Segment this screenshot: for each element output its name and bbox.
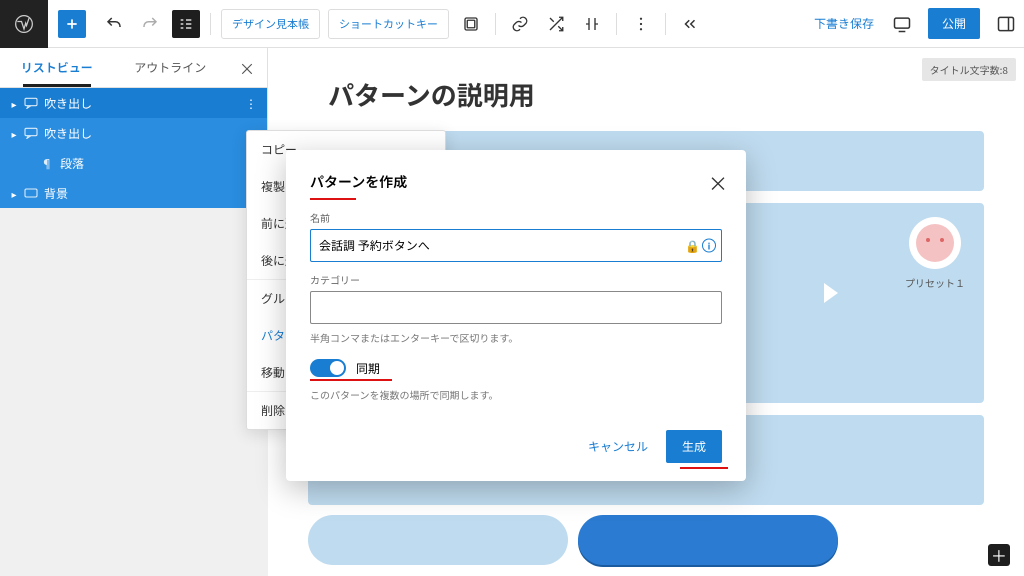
modal-close-button[interactable]: ×: [708, 168, 728, 197]
background-icon: [22, 186, 40, 200]
button-pill[interactable]: [308, 515, 568, 565]
shuffle-icon[interactable]: [540, 8, 572, 40]
lock-icon[interactable]: 🔒: [685, 237, 700, 254]
category-hint: 半角コンマまたはエンターキーで区切ります。: [310, 330, 722, 345]
info-icon[interactable]: i: [702, 239, 716, 253]
preview-button[interactable]: [886, 8, 918, 40]
wp-logo[interactable]: [0, 0, 48, 48]
sync-hint: このパターンを複数の場所で同期します。: [310, 387, 722, 402]
save-draft-button[interactable]: 下書き保存: [804, 15, 884, 32]
more-tools-icon[interactable]: [625, 8, 657, 40]
page-title[interactable]: パターンの説明用: [328, 76, 964, 113]
paragraph-icon: ¶: [38, 156, 56, 170]
design-sample-button[interactable]: デザイン見本帳: [221, 9, 320, 39]
tree-label: 段落: [60, 155, 84, 172]
split-icon[interactable]: [576, 8, 608, 40]
collapse-left-icon[interactable]: [674, 8, 706, 40]
block-tree: ▸ 吹き出し ⋮ ▸ 吹き出し ¶ 段落 ▸ 背景: [0, 88, 267, 208]
link-icon[interactable]: [504, 8, 536, 40]
close-panel-button[interactable]: ×: [227, 56, 267, 80]
category-input[interactable]: [310, 291, 722, 324]
annotation-line: [680, 467, 728, 469]
annotation-line: [310, 198, 356, 200]
card-icon[interactable]: [455, 8, 487, 40]
name-label: 名前: [310, 210, 722, 225]
bubble-icon: [22, 126, 40, 140]
button-pill-primary[interactable]: [578, 515, 838, 565]
tree-more-icon[interactable]: ⋮: [235, 95, 267, 112]
settings-panel-button[interactable]: [990, 8, 1022, 40]
sync-toggle[interactable]: [310, 359, 346, 377]
tree-item-background[interactable]: ▸ 背景: [0, 178, 267, 208]
cancel-button[interactable]: キャンセル: [582, 430, 654, 463]
bubble-icon: [22, 96, 40, 110]
list-view-button[interactable]: [172, 10, 200, 38]
tree-label: 吹き出し: [44, 95, 92, 112]
tree-item-bubble-2[interactable]: ▸ 吹き出し: [0, 118, 267, 148]
avatar-preset[interactable]: プリセット１: [900, 217, 970, 290]
annotation-line: [310, 379, 392, 381]
category-label: カテゴリー: [310, 272, 722, 287]
create-button[interactable]: 生成: [666, 430, 722, 463]
bubble-tail-icon: [824, 283, 838, 303]
undo-button[interactable]: [98, 8, 130, 40]
button-row: [308, 515, 964, 565]
publish-button[interactable]: 公開: [928, 8, 980, 39]
pattern-name-input[interactable]: [310, 229, 722, 262]
shortcut-button[interactable]: ショートカットキー: [328, 9, 449, 39]
sync-label: 同期: [356, 360, 380, 377]
tree-item-bubble-1[interactable]: ▸ 吹き出し ⋮: [0, 88, 267, 118]
modal-title: パターンを作成: [310, 172, 722, 192]
tree-label: 吹き出し: [44, 125, 92, 142]
title-char-count: タイトル文字数:8: [922, 58, 1016, 81]
list-view-panel: リストビュー アウトライン × ▸ 吹き出し ⋮ ▸ 吹き出し ¶ 段落 ▸ 背…: [0, 48, 268, 208]
create-pattern-modal: パターンを作成 × 名前 🔒 i カテゴリー 半角コンマまたはエンターキーで区切…: [286, 150, 746, 481]
top-toolbar: デザイン見本帳 ショートカットキー 下書き保存 公開: [0, 0, 1024, 48]
tree-item-paragraph[interactable]: ¶ 段落: [0, 148, 267, 178]
add-block-button[interactable]: [58, 10, 86, 38]
tree-label: 背景: [44, 185, 68, 202]
preset-label: プリセット１: [900, 275, 970, 290]
redo-button[interactable]: [134, 8, 166, 40]
tab-list-view[interactable]: リストビュー: [0, 49, 114, 86]
tab-outline[interactable]: アウトライン: [114, 49, 228, 86]
add-block-fab[interactable]: ＋: [988, 544, 1010, 566]
